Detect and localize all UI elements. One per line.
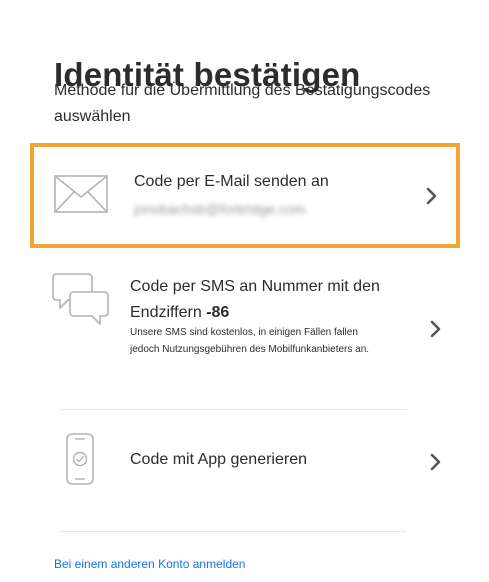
option-app-label: Code mit App generieren xyxy=(130,451,307,468)
envelope-icon xyxy=(54,175,108,213)
option-sms-label: Code per SMS an Nummer mit den Endziffer… xyxy=(130,274,390,326)
divider xyxy=(60,531,406,532)
page-subtitle: Methode für die Übermittlung des Bestäti… xyxy=(54,82,431,125)
chevron-right-icon xyxy=(430,320,441,338)
chat-bubbles-icon xyxy=(52,273,109,325)
option-sms-label-text: Code per SMS an Nummer mit den Endziffer… xyxy=(130,278,380,321)
divider xyxy=(60,409,406,410)
option-sms-suffix: -86 xyxy=(206,304,230,321)
option-email-address: jonobachsb@forbridge.com xyxy=(134,201,306,217)
option-email-label: Code per E-Mail senden an xyxy=(134,173,329,190)
chevron-right-icon xyxy=(430,453,441,471)
option-app[interactable]: Code mit App generieren xyxy=(30,415,460,525)
other-account-link[interactable]: Bei einem anderen Konto anmelden xyxy=(54,557,245,571)
chevron-right-icon xyxy=(426,187,437,205)
option-sms[interactable]: Code per SMS an Nummer mit den Endziffer… xyxy=(30,258,460,400)
option-email[interactable]: Code per E-Mail senden an jonobachsb@for… xyxy=(30,143,460,248)
option-sms-note: Unsere SMS sind kostenlos, in einigen Fä… xyxy=(130,327,370,355)
phone-check-icon xyxy=(66,433,94,485)
